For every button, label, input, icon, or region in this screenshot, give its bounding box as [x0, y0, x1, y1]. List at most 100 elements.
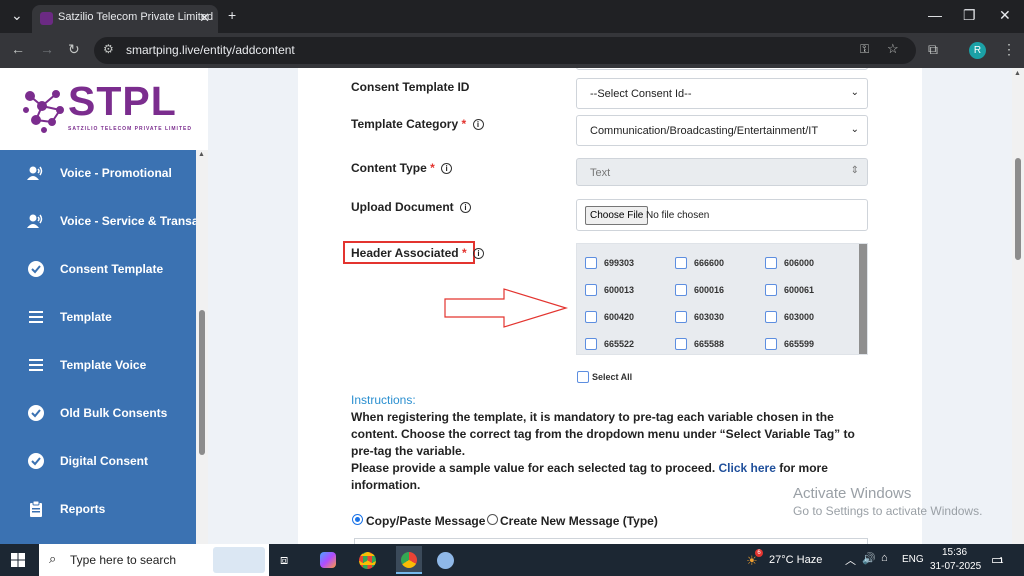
page-scrollbar[interactable]: ▲: [1012, 68, 1024, 544]
sidebar-scrollbar[interactable]: ▲: [196, 150, 208, 544]
list-icon: [29, 311, 43, 323]
forward-icon[interactable]: →: [40, 41, 54, 57]
sidebar-item-label: Voice - Promotional: [60, 166, 172, 180]
task-view-icon[interactable]: ⧈: [280, 552, 288, 568]
sidebar-menu: Voice - Promotional Voice - Service & Tr…: [0, 150, 196, 544]
page-scrollbar-thumb[interactable]: [1015, 158, 1021, 260]
sidebar: STPL SATZILIO TELECOM PRIVATE LIMITED Vo…: [0, 68, 208, 544]
bookmark-star-icon[interactable]: ☆: [887, 41, 899, 57]
create-new-radio[interactable]: [487, 514, 498, 525]
reload-icon[interactable]: ↻: [68, 41, 80, 58]
address-bar[interactable]: ⚙ smartping.live/entity/addcontent ⚿ ☆: [94, 37, 916, 64]
password-key-icon[interactable]: ⚿: [860, 42, 869, 57]
scroll-up-icon[interactable]: ▲: [198, 151, 205, 158]
windows-start-icon[interactable]: [11, 553, 25, 567]
paint-app-icon[interactable]: [437, 552, 454, 569]
sidebar-item-old-bulk-consents[interactable]: Old Bulk Consents: [0, 390, 196, 438]
copy-paste-radio[interactable]: [352, 514, 363, 525]
sidebar-item-template-voice[interactable]: Template Voice: [0, 342, 196, 390]
sidebar-item-digital-consent[interactable]: Digital Consent: [0, 438, 196, 486]
favicon-icon: [40, 12, 53, 25]
close-tab-icon[interactable]: ✕: [199, 10, 210, 26]
weather-badge: 6: [755, 549, 763, 557]
weather-text[interactable]: 27°C Haze: [769, 554, 822, 566]
clock-date[interactable]: 31-07-2025: [930, 561, 981, 572]
header-checkbox-label: 606000: [784, 258, 815, 268]
header-checkbox-665599[interactable]: [765, 338, 777, 350]
consent-template-id-select[interactable]: --Select Consent Id-- ⌄: [576, 78, 868, 109]
content-type-select[interactable]: Text ⇕: [576, 158, 868, 186]
header-checkbox-600420[interactable]: [585, 311, 597, 323]
chevron-down-icon: ⌄: [850, 124, 859, 135]
extensions-icon[interactable]: ⧉: [928, 41, 938, 58]
site-info-icon[interactable]: ⚙: [103, 42, 114, 56]
header-checkbox-666600[interactable]: [675, 257, 687, 269]
logo-subtitle: SATZILIO TELECOM PRIVATE LIMITED: [68, 126, 192, 132]
search-icon: ⌕: [49, 551, 57, 566]
new-tab-icon[interactable]: +: [228, 7, 236, 23]
main-content: Consent Template ID --Select Consent Id-…: [208, 68, 1012, 544]
info-icon[interactable]: i: [460, 202, 472, 214]
tab-search-icon[interactable]: ⌄: [11, 7, 23, 24]
choose-file-button[interactable]: Choose File: [585, 206, 649, 225]
header-checkbox-665588[interactable]: [675, 338, 687, 350]
sidebar-item-template[interactable]: Template: [0, 294, 196, 342]
chrome-icon[interactable]: [359, 552, 376, 569]
notification-count: 1: [999, 556, 1004, 565]
sidebar-scrollbar-thumb[interactable]: [199, 310, 205, 455]
header-checkbox-label: 699303: [604, 258, 635, 268]
template-category-select[interactable]: Communication/Broadcasting/Entertainment…: [576, 115, 868, 146]
header-checkbox-label: 600013: [604, 285, 635, 295]
header-checkbox-699303[interactable]: [585, 257, 597, 269]
sidebar-item-consent-template[interactable]: Consent Template: [0, 246, 196, 294]
tab-title: Satzilio Telecom Private Limited: [58, 11, 214, 23]
header-checkbox-list: 699303 666600 606000 600013 600016 600061 6004…: [576, 243, 868, 355]
network-icon[interactable]: ⌂: [881, 552, 888, 564]
sidebar-item-voice-promotional[interactable]: Voice - Promotional: [0, 150, 196, 198]
sidebar-item-voice-service[interactable]: Voice - Service & Transac: [0, 198, 196, 246]
check-circle-icon: [28, 405, 44, 421]
header-checkbox-label: 665588: [694, 339, 725, 349]
voice-icon: [27, 166, 43, 180]
tray-chevron-icon[interactable]: ︿: [845, 552, 856, 568]
info-icon[interactable]: i: [441, 163, 453, 175]
header-list-scrollbar[interactable]: [859, 244, 867, 354]
instructions-text: When registering the template, it is man…: [351, 410, 855, 492]
taskbar-search-placeholder: Type here to search: [70, 553, 177, 567]
logo[interactable]: STPL SATZILIO TELECOM PRIVATE LIMITED: [0, 68, 196, 150]
minimize-icon[interactable]: —: [928, 7, 942, 23]
clipboard-icon: [30, 500, 42, 517]
browser-tab[interactable]: Satzilio Telecom Private Limited ✕: [32, 5, 218, 33]
url-text: smartping.live/entity/addcontent: [126, 43, 295, 57]
close-window-icon[interactable]: ✕: [999, 7, 1011, 24]
cricket-search-highlight-icon: [213, 547, 265, 573]
previous-field[interactable]: [576, 68, 868, 70]
header-checkbox-603000[interactable]: [765, 311, 777, 323]
header-checkbox-label: 600061: [784, 285, 815, 295]
info-icon[interactable]: i: [472, 119, 484, 131]
scroll-up-icon[interactable]: ▲: [1014, 70, 1021, 77]
clock-time[interactable]: 15:36: [942, 547, 967, 558]
header-checkbox-600013[interactable]: [585, 284, 597, 296]
header-checkbox-600016[interactable]: [675, 284, 687, 296]
chrome-profile-active-icon[interactable]: [396, 546, 422, 574]
sidebar-item-label: Digital Consent: [60, 454, 149, 468]
info-icon[interactable]: i: [472, 248, 484, 260]
upload-document-input[interactable]: Choose File No file chosen: [576, 199, 868, 231]
header-checkbox-606000[interactable]: [765, 257, 777, 269]
profile-avatar[interactable]: R: [969, 42, 986, 59]
header-associated-label: Header Associated * i: [351, 246, 484, 260]
header-checkbox-603030[interactable]: [675, 311, 687, 323]
click-here-link[interactable]: Click here: [719, 461, 776, 475]
back-icon[interactable]: ←: [11, 41, 25, 57]
menu-dots-icon[interactable]: ⋮: [1002, 41, 1016, 58]
sidebar-item-reports[interactable]: Reports: [0, 486, 196, 534]
restore-icon[interactable]: ❐: [963, 7, 976, 24]
copilot-icon[interactable]: [320, 552, 336, 568]
header-checkbox-600061[interactable]: [765, 284, 777, 296]
header-checkbox-665522[interactable]: [585, 338, 597, 350]
select-all-checkbox[interactable]: [577, 371, 589, 383]
taskbar-search[interactable]: ⌕ Type here to search: [39, 544, 269, 576]
language-indicator[interactable]: ENG: [902, 554, 924, 565]
speaker-icon[interactable]: 🔊: [862, 552, 876, 565]
